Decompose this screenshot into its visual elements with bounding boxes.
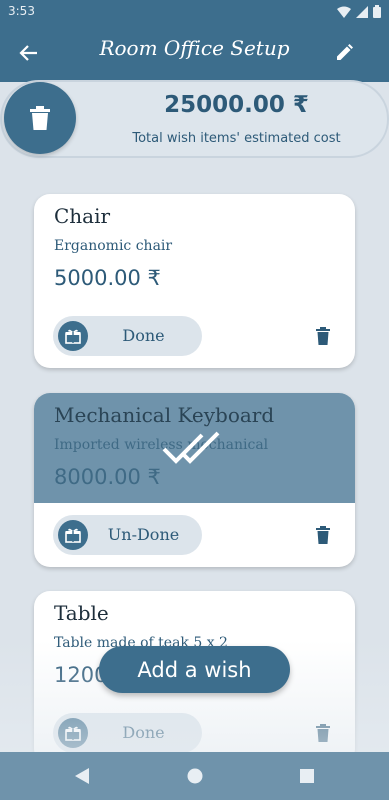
mark-undone-button[interactable]: Un-Done	[53, 515, 202, 555]
mark-done-button[interactable]: Done	[53, 713, 202, 753]
wish-name: Table	[54, 601, 109, 625]
battery-icon	[373, 5, 381, 18]
trash-icon	[316, 327, 330, 345]
trash-icon	[316, 724, 330, 742]
edit-button[interactable]	[329, 38, 359, 68]
wish-card-content: Chair Erganomic chair 5000.00 ₹	[34, 194, 355, 304]
nav-recents-button[interactable]	[295, 764, 319, 788]
circle-home-icon	[187, 768, 203, 784]
triangle-back-icon	[75, 768, 89, 784]
toggle-label: Done	[122, 326, 165, 345]
wish-name: Chair	[54, 204, 111, 228]
back-button[interactable]	[14, 38, 44, 68]
delete-all-button[interactable]	[4, 82, 76, 154]
delete-wish-button[interactable]	[311, 324, 335, 348]
total-cost-amount: 25000.00 ₹	[164, 92, 309, 118]
wish-price: 8000.00 ₹	[54, 465, 161, 489]
wish-price: 5000.00 ₹	[54, 266, 161, 290]
square-recents-icon	[300, 769, 314, 783]
add-wish-button[interactable]: Add a wish	[99, 646, 290, 693]
toggle-label: Done	[122, 723, 165, 742]
gift-icon	[58, 321, 88, 351]
wish-card-mechanical-keyboard[interactable]: Mechanical Keyboard Imported wireless me…	[34, 393, 355, 567]
total-cost-label: Total wish items' estimated cost	[132, 131, 341, 146]
delete-wish-button[interactable]	[311, 523, 335, 547]
double-check-icon	[162, 431, 220, 464]
system-nav-bar	[0, 752, 389, 800]
pencil-icon	[337, 44, 353, 60]
toggle-label: Un-Done	[107, 525, 180, 544]
nav-home-button[interactable]	[183, 764, 207, 788]
wifi-icon	[337, 6, 351, 18]
trash-icon	[316, 526, 330, 544]
gift-icon	[58, 718, 88, 748]
wish-description: Erganomic chair	[54, 238, 173, 254]
gift-icon	[58, 520, 88, 550]
nav-back-button[interactable]	[70, 764, 94, 788]
signal-icon	[356, 5, 368, 18]
status-icons	[337, 5, 381, 18]
wish-card-chair[interactable]: Chair Erganomic chair 5000.00 ₹ Done	[34, 194, 355, 368]
status-time: 3:53	[8, 4, 35, 18]
page-title: Room Office Setup	[99, 36, 290, 60]
wish-card-content: Mechanical Keyboard Imported wireless me…	[34, 393, 355, 503]
delete-wish-button[interactable]	[311, 721, 335, 745]
status-bar: 3:53	[0, 0, 389, 24]
arrow-back-icon	[19, 45, 37, 61]
wish-name: Mechanical Keyboard	[54, 403, 275, 427]
trash-icon	[30, 106, 50, 130]
mark-done-button[interactable]: Done	[53, 316, 202, 356]
app-bar: Room Office Setup	[0, 24, 389, 82]
